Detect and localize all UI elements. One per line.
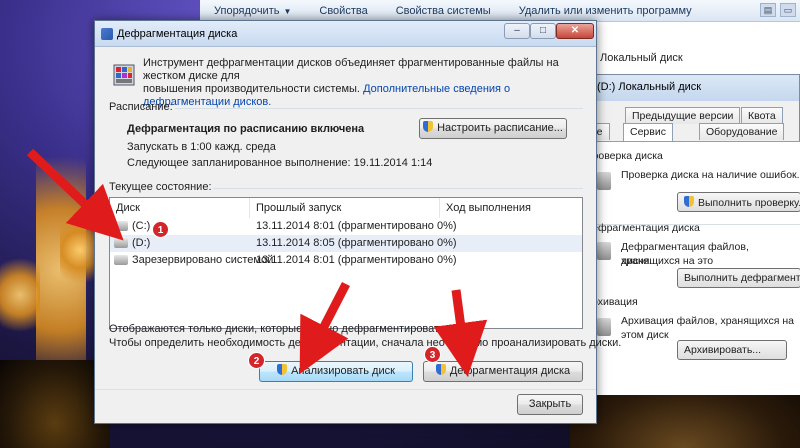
- archive-description: Архивация файлов, хранящихся на этом дис…: [621, 315, 795, 341]
- shield-icon: [277, 364, 288, 375]
- defrag-app-icon: [101, 28, 113, 40]
- preview-pane-icon[interactable]: ▭: [780, 3, 796, 17]
- view-icon[interactable]: ▤: [760, 3, 776, 17]
- close-window-button[interactable]: ✕: [556, 23, 594, 39]
- schedule-label: Расписание:: [109, 101, 173, 113]
- check-disk-button[interactable]: Выполнить проверку...: [677, 192, 800, 212]
- window-title: Дефрагментация диска: [117, 28, 238, 40]
- defrag-description-2: диске.: [621, 255, 652, 267]
- divider: [213, 188, 583, 189]
- schedule-frequency: Запускать в 1:00 кажд. среда: [127, 141, 276, 153]
- cactus-lights-image: [0, 250, 40, 340]
- column-header-disk[interactable]: Диск: [110, 198, 250, 218]
- step-badge: 1: [152, 221, 169, 238]
- disk-name: (C:): [132, 220, 151, 232]
- disk-name: Зарезервировано системой: [132, 254, 274, 266]
- step-badge: 2: [248, 352, 265, 369]
- properties-title: (D:) Локальный диск: [581, 75, 799, 101]
- drive-icon: [114, 238, 128, 248]
- check-description: Проверка диска на наличие ошибок.: [621, 169, 800, 181]
- drive-icon: [114, 255, 128, 265]
- shield-icon: [684, 196, 694, 207]
- defrag-dialog: Дефрагментация диска – □ ✕ Инструмент де…: [94, 20, 621, 424]
- shield-icon: [423, 121, 434, 132]
- disk-last-run: 13.11.2014 8:05 (фрагментировано 0%): [256, 237, 457, 249]
- table-row[interactable]: (C:) 13.11.2014 8:01 (фрагментировано 0%…: [110, 218, 582, 235]
- intro-text: Инструмент дефрагментации дисков объедин…: [143, 57, 559, 108]
- explorer-toolbar: Упорядочить ▼ Свойства Свойства системы У…: [200, 0, 800, 22]
- defragment-disk-button[interactable]: Дефрагментация диска: [423, 361, 583, 382]
- divider: [95, 389, 596, 390]
- analyze-disk-button[interactable]: Анализировать диск: [259, 361, 413, 382]
- explorer-drive-label[interactable]: Локальный диск: [600, 52, 683, 64]
- archive-button[interactable]: Архивировать...: [677, 340, 787, 360]
- title-bar[interactable]: Дефрагментация диска – □ ✕: [95, 21, 596, 47]
- schedule-status: Дефрагментация по расписанию включена: [127, 123, 365, 135]
- properties-button[interactable]: Свойства: [305, 5, 381, 17]
- system-properties-button[interactable]: Свойства системы: [382, 5, 505, 17]
- configure-schedule-button[interactable]: Настроить расписание...: [419, 118, 567, 139]
- column-header-last-run[interactable]: Прошлый запуск: [250, 198, 440, 218]
- maximize-button[interactable]: □: [530, 23, 556, 39]
- windows-drive-icon: [114, 221, 128, 231]
- next-run: Следующее запланированное выполнение: 19…: [127, 157, 433, 169]
- disk-list[interactable]: Диск Прошлый запуск Ход выполнения (C:) …: [109, 197, 583, 329]
- archive-icon: [597, 318, 611, 336]
- disk-last-run: 13.11.2014 8:01 (фрагментировано 0%): [256, 220, 457, 232]
- table-row[interactable]: (D:) 13.11.2014 8:05 (фрагментировано 0%…: [110, 235, 582, 252]
- tab-hardware[interactable]: Оборудование: [699, 123, 785, 140]
- minimize-button[interactable]: –: [504, 23, 530, 39]
- service-tab-panel: Проверка диска Проверка диска на наличие…: [581, 141, 800, 395]
- chevron-down-icon: ▼: [283, 6, 292, 16]
- table-row[interactable]: Зарезервировано системой 13.11.2014 8:01…: [110, 252, 582, 269]
- note-text: Отображаются только диски, которые можно…: [109, 323, 448, 335]
- properties-tabs: Предыдущие версии Квота Общие Сервис Обо…: [561, 101, 799, 142]
- step-badge: 3: [424, 346, 441, 363]
- view-controls: ▤ ▭: [760, 3, 796, 17]
- defrag-icon: [113, 64, 135, 86]
- current-state-label: Текущее состояние:: [109, 181, 212, 193]
- tab-service[interactable]: Сервис: [623, 123, 673, 142]
- disk-last-run: 13.11.2014 8:01 (фрагментировано 0%): [256, 254, 457, 266]
- note-text: Чтобы определить необходимость дефрагмен…: [109, 337, 622, 349]
- tab-quota[interactable]: Квота: [741, 107, 783, 124]
- column-header-progress[interactable]: Ход выполнения: [440, 198, 582, 218]
- hard-drive-icon: [597, 172, 611, 190]
- uninstall-program-button[interactable]: Удалить или изменить программу: [505, 5, 706, 17]
- defrag-section-title: Дефрагментация диска: [585, 222, 700, 234]
- divider: [175, 108, 583, 109]
- defrag-icon: [597, 242, 611, 260]
- organize-menu[interactable]: Упорядочить ▼: [200, 5, 305, 17]
- disk-name: (D:): [132, 237, 151, 249]
- shield-icon: [435, 364, 446, 375]
- run-defrag-button[interactable]: Выполнить дефрагментацию...: [677, 268, 800, 288]
- tab-previous-versions[interactable]: Предыдущие версии: [625, 107, 741, 124]
- close-button[interactable]: Закрыть: [517, 394, 583, 415]
